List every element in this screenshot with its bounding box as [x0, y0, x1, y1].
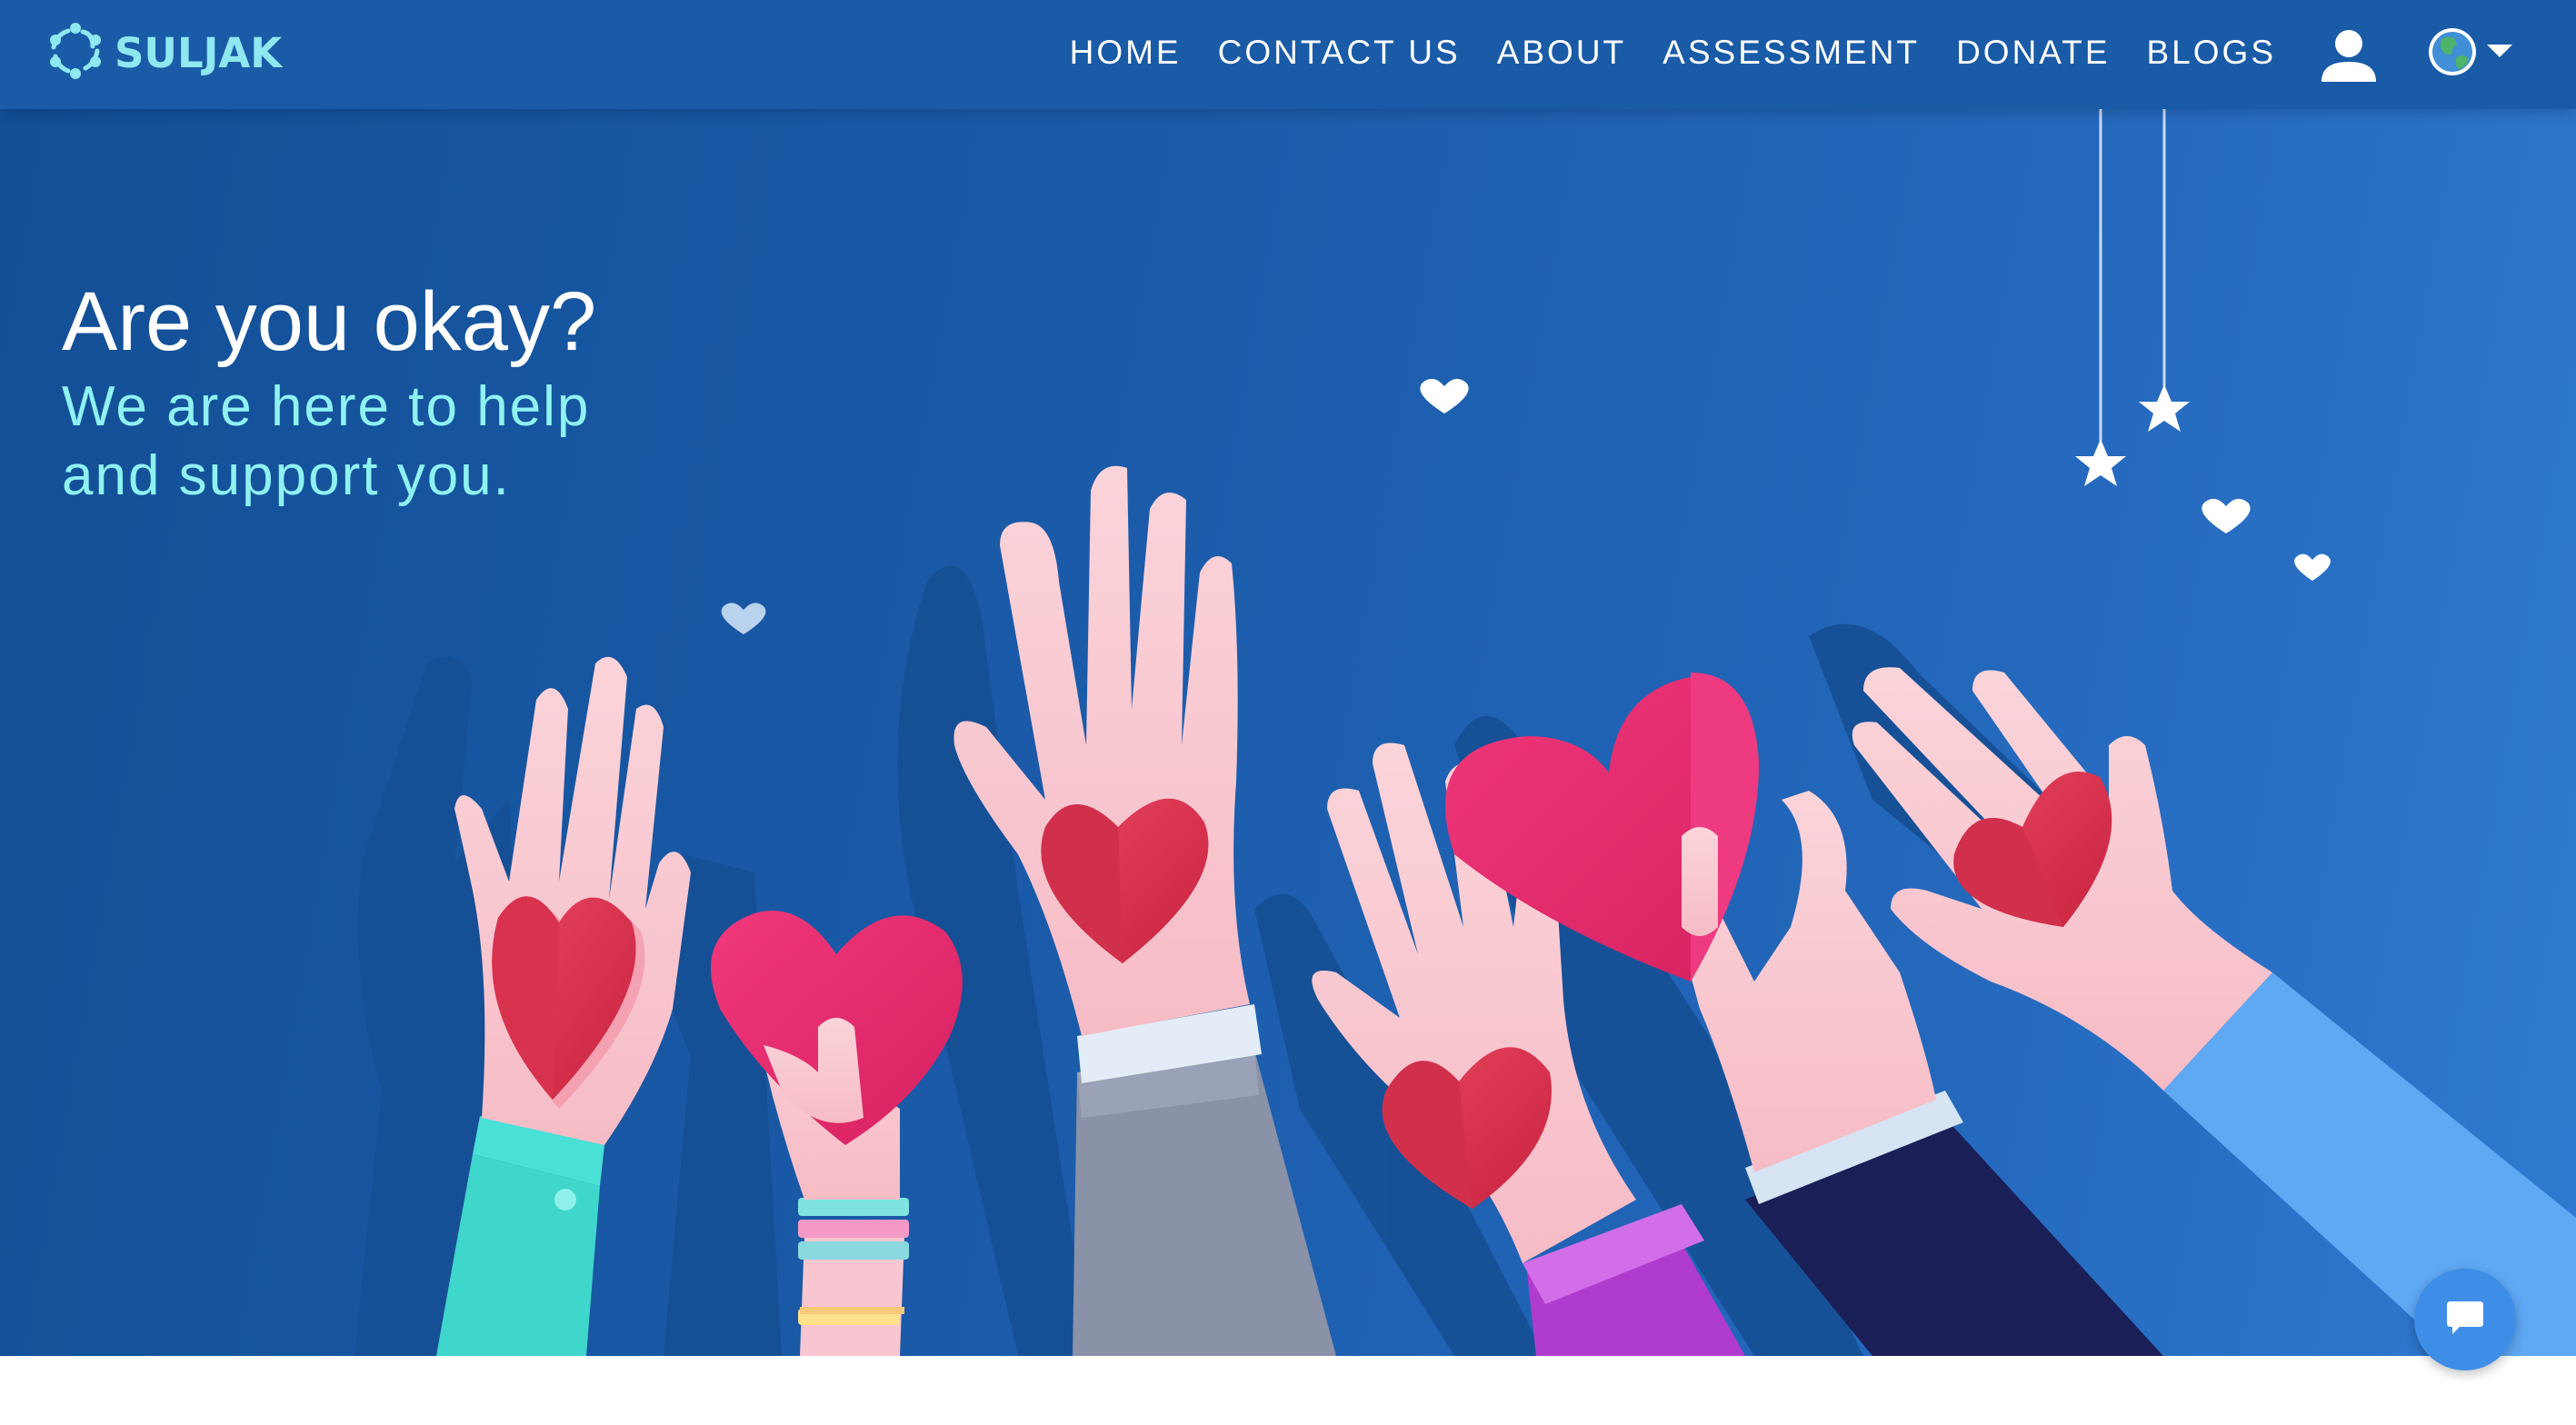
nav-contact-us[interactable]: CONTACT US: [1218, 34, 1461, 72]
globe-icon: [2427, 26, 2478, 82]
user-icon: [2316, 30, 2381, 91]
brand[interactable]: SULJAK: [45, 20, 282, 85]
brand-name: SULJAK: [115, 28, 283, 77]
chat-bubble-icon: [2445, 1298, 2485, 1342]
nav-blogs[interactable]: BLOGS: [2147, 34, 2277, 72]
hero-text: Are you okay? We are here to help and su…: [62, 275, 698, 511]
user-account-button[interactable]: [2316, 22, 2381, 87]
hero-subtitle: We are here to help and support you.: [62, 375, 591, 507]
chat-button[interactable]: [2414, 1269, 2516, 1370]
language-selector[interactable]: [2427, 25, 2527, 82]
people-circle-logo-icon: [45, 21, 105, 85]
nav-assessment[interactable]: ASSESSMENT: [1662, 34, 1920, 72]
content-start-area: [0, 1356, 2576, 1425]
main-nav: HOME CONTACT US ABOUT ASSESSMENT DONATE …: [1070, 25, 2276, 80]
page: SULJAK HOME CONTACT US ABOUT ASSESSMENT …: [0, 0, 2576, 1425]
nav-home[interactable]: HOME: [1070, 34, 1182, 72]
nav-about[interactable]: ABOUT: [1497, 34, 1626, 72]
chevron-down-icon: [2487, 44, 2512, 64]
navbar: SULJAK HOME CONTACT US ABOUT ASSESSMENT …: [0, 0, 2576, 109]
hero-title: Are you okay?: [62, 275, 597, 368]
hero-section: Are you okay? We are here to help and su…: [0, 109, 2576, 1356]
nav-donate[interactable]: DONATE: [1956, 34, 2110, 72]
